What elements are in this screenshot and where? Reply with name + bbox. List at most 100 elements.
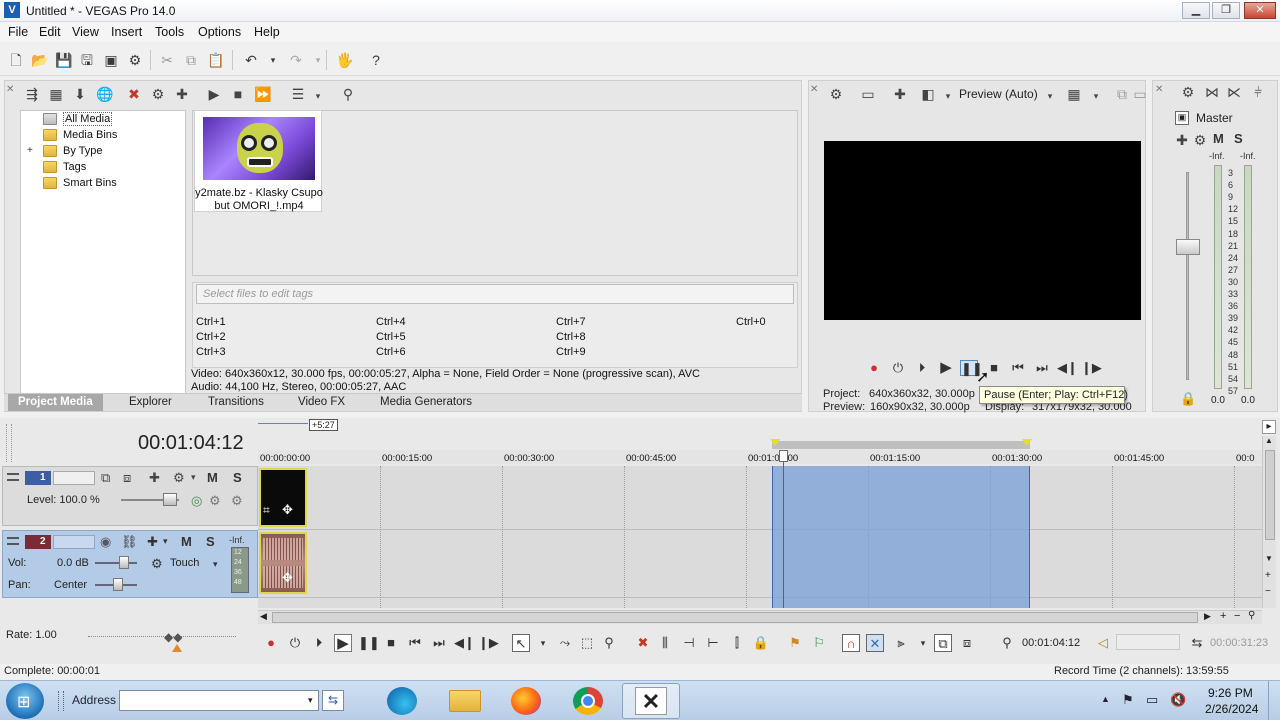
scroll-up-icon[interactable]: ▲ (1265, 436, 1273, 445)
taskbar-firefox[interactable] (498, 683, 556, 719)
bus-properties-icon[interactable]: ⫩ (1250, 84, 1266, 100)
preview-mode-dropdown-icon[interactable]: ▾ (1042, 88, 1058, 104)
undo-dropdown-icon[interactable]: ▾ (265, 52, 281, 68)
previous-frame-icon[interactable]: ◀❙ (454, 634, 475, 652)
play-from-start-icon[interactable]: ⏵ (913, 360, 931, 376)
menu-tools[interactable]: Tools (155, 25, 184, 39)
properties-icon[interactable]: ⚙ (127, 52, 143, 68)
import-media-icon[interactable]: ⇶ (24, 86, 40, 102)
normal-edit-tool-icon[interactable]: ↖ (512, 634, 530, 652)
copy-snapshot-icon[interactable]: ⧉ (1114, 86, 1130, 102)
whats-this-help-icon[interactable]: ? (368, 52, 384, 68)
go-to-start-icon[interactable]: ⏮ (1009, 360, 1027, 376)
edit-tool-dropdown-icon[interactable]: ▾ (534, 634, 552, 652)
composite-child-icon[interactable]: ⚙ (231, 493, 243, 509)
scroll-thumb[interactable] (272, 612, 1198, 623)
ripple-dropdown-icon[interactable]: ▾ (914, 634, 932, 652)
start-button[interactable]: ⊞ (6, 683, 44, 719)
tags-input[interactable]: Select files to edit tags (196, 284, 794, 304)
redo-dropdown-icon[interactable]: ▾ (310, 52, 326, 68)
cut-icon[interactable]: ✂ (159, 52, 175, 68)
auto-preview-icon[interactable]: ⏩ (254, 86, 271, 102)
tab-video-fx[interactable]: Video FX (298, 396, 345, 408)
split-screen-icon[interactable]: ✚ (892, 86, 908, 102)
tab-explorer[interactable]: Explorer (129, 396, 172, 408)
next-frame-icon[interactable]: ❙▶ (478, 634, 499, 652)
toolbar-grip[interactable] (58, 691, 64, 711)
tab-media-generators[interactable]: Media Generators (380, 396, 472, 408)
play-media-icon[interactable]: ▶ (206, 86, 222, 102)
media-fx-icon[interactable]: ⚙ (150, 86, 166, 102)
selection-length-time[interactable]: 00:00:31:23 (1210, 637, 1268, 649)
zoom-out-icon[interactable]: − (1234, 610, 1240, 622)
pan-slider-handle[interactable] (113, 578, 123, 591)
zoom-in-icon[interactable]: + (1220, 610, 1226, 622)
automation-dropdown-icon[interactable]: ▾ (213, 559, 218, 570)
master-mute-box-icon[interactable]: ▣ (1175, 111, 1189, 125)
close-window-icon[interactable]: ✕ (1155, 84, 1163, 100)
timeline-grip[interactable] (6, 424, 12, 462)
volume-slider-handle[interactable] (119, 556, 129, 569)
remove-media-icon[interactable]: ✖ (126, 86, 142, 102)
play-icon[interactable]: ▶ (937, 360, 955, 376)
generate-effects-icon[interactable]: ⚙ (209, 493, 221, 509)
snapping-magnet-icon[interactable]: ∩ (842, 634, 860, 652)
loop-end-marker-icon[interactable] (1022, 439, 1032, 446)
automation-settings-icon[interactable]: ⚙ (151, 556, 163, 572)
address-go-icon[interactable]: ⇆ (322, 690, 344, 711)
arm-record-icon[interactable]: ◉ (100, 534, 111, 550)
clock-date[interactable]: 2/26/2024 (1205, 702, 1258, 716)
collapse-track-icon[interactable] (7, 537, 19, 545)
lock-envelopes-icon[interactable]: ⧉ (934, 634, 952, 652)
video-track-header[interactable]: 1 ⧉ ⧈ ✚ ⚙ ▾ M S Level: 100.0 % ◎ ⚙ ⚙ (2, 466, 258, 526)
compositing-mode-icon[interactable]: ✚ (149, 470, 160, 486)
audio-track-header[interactable]: 2 ◉ ⛓ ✚ ▾ M S -Inf. 12 24 36 48 Vol: 0.0… (2, 530, 258, 598)
next-frame-icon[interactable]: ❙▶ (1081, 360, 1102, 376)
close-button[interactable]: ✕ (1244, 2, 1276, 19)
new-project-icon[interactable]: 🗋 (8, 52, 24, 68)
go-to-start-icon[interactable]: ⏮ (406, 634, 424, 652)
effects-dropdown-icon[interactable]: ▾ (163, 536, 168, 547)
master-mute-button[interactable]: M (1213, 131, 1224, 146)
pan-crop-icon[interactable]: ⌗ (263, 503, 270, 518)
show-desktop-button[interactable] (1268, 681, 1280, 720)
go-to-end-icon[interactable]: ⏭ (1033, 360, 1051, 376)
render-icon[interactable]: ▣ (103, 52, 119, 68)
external-monitor-icon[interactable]: ▭ (860, 86, 876, 102)
track-effects-icon[interactable]: ✚ (147, 534, 158, 550)
copy-icon[interactable]: ⧉ (183, 52, 199, 68)
solo-button[interactable]: S (206, 534, 215, 549)
save-snapshot-icon[interactable]: ▭ (1132, 86, 1148, 102)
show-hidden-icons-icon[interactable]: ▲ (1101, 694, 1110, 704)
loop-region-bar[interactable] (772, 441, 1030, 449)
tab-project-media[interactable]: Project Media (8, 394, 103, 411)
address-input[interactable]: ▾ (119, 690, 319, 711)
preview-quality-select[interactable]: Preview (Auto) (959, 87, 1038, 101)
video-output-fx-icon[interactable]: ⚙ (828, 86, 844, 102)
trim-icon[interactable]: ⫼ (656, 634, 674, 652)
video-event[interactable]: ⌗ ✥ (259, 468, 307, 527)
scroll-right-icon[interactable]: ▶ (1204, 611, 1211, 622)
timeline-horizontal-scrollbar[interactable]: ◀ ▶ + − ⚲ (258, 610, 1262, 624)
zoom-tool-icon[interactable]: ⚲ (600, 634, 618, 652)
go-to-end-icon[interactable]: ⏭ (430, 634, 448, 652)
taskbar-vegas[interactable]: ✕ (622, 683, 680, 719)
maximize-button[interactable]: ❐ (1212, 2, 1240, 19)
track-lanes[interactable] (258, 466, 1262, 608)
views-icon[interactable]: ☰ (290, 86, 306, 102)
quality-dropdown-icon[interactable]: ▾ (940, 88, 956, 104)
envelope-tool-icon[interactable]: ⤳ (556, 634, 574, 652)
delete-icon[interactable]: ✖ (634, 634, 652, 652)
get-media-icon[interactable]: ⬇ (72, 86, 88, 102)
track-fx-icon[interactable]: ⛓ (121, 534, 138, 550)
media-generators-icon[interactable]: ✚ (174, 86, 190, 102)
close-window-icon[interactable]: ✕ (810, 84, 818, 100)
menu-insert[interactable]: Insert (111, 25, 142, 39)
dim-output-icon[interactable]: ⋉ (1226, 84, 1242, 100)
ripple-edit-icon[interactable]: ⫸ (892, 634, 910, 652)
stop-icon[interactable]: ■ (382, 634, 400, 652)
menu-view[interactable]: View (72, 25, 99, 39)
mute-button[interactable]: M (181, 534, 192, 549)
scroll-left-icon[interactable]: ◀ (260, 611, 267, 622)
lock-event-icon[interactable]: 🔒 (752, 634, 770, 652)
